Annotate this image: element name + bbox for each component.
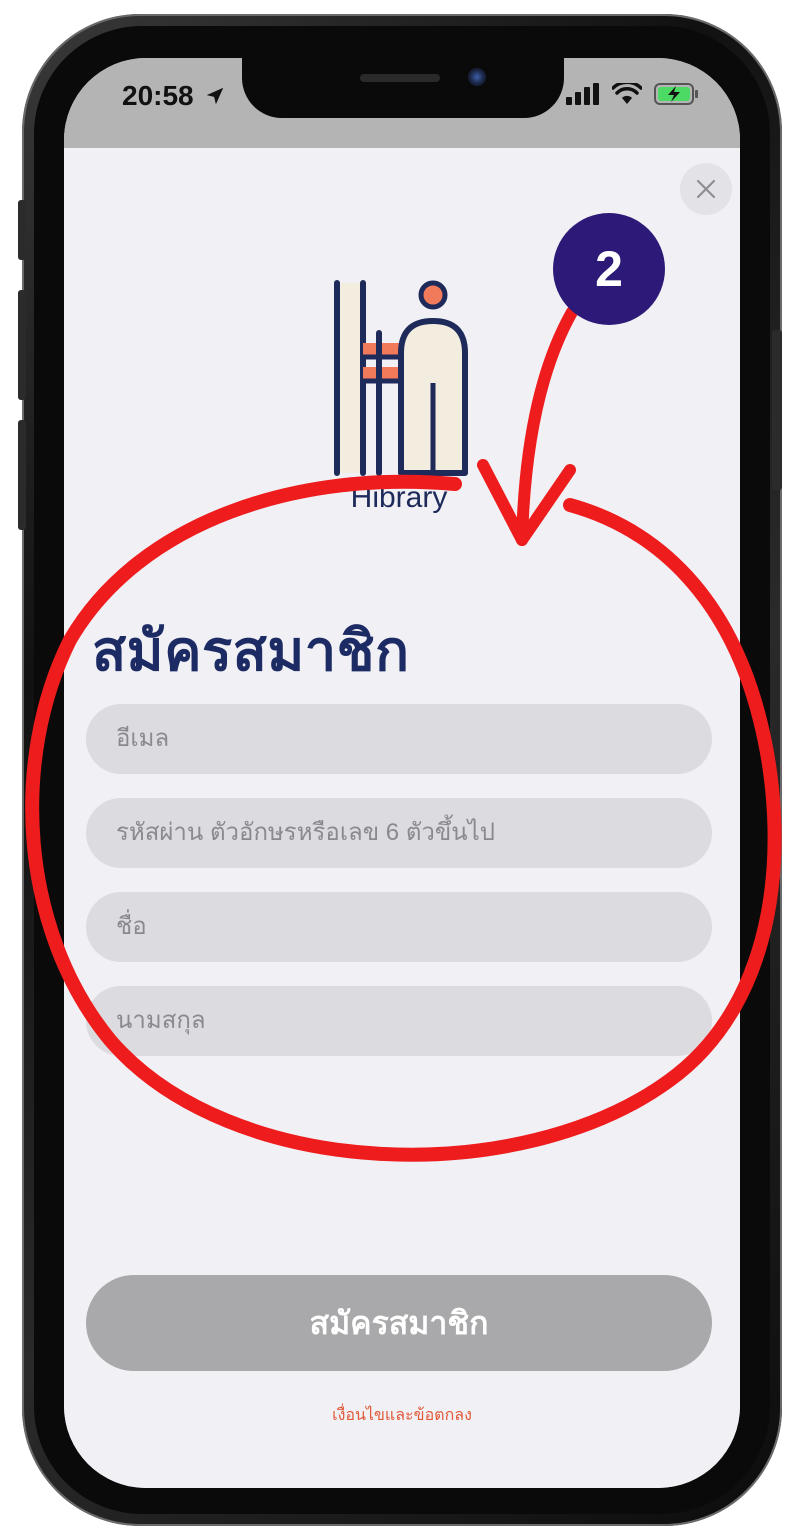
volume-up-button [18,290,26,400]
close-icon [696,179,716,199]
password-field[interactable] [86,798,712,868]
location-arrow-icon [206,87,224,105]
logo-wordmark: Hibrary [350,481,448,514]
status-time: 20:58 [122,80,194,111]
page-title: สมัครสมาชิก [92,619,410,682]
hibrary-logo-mark [334,280,468,476]
cellular-signal-icon [566,83,599,105]
close-button[interactable] [680,163,732,215]
phone-notch [242,58,564,118]
earpiece-speaker [360,74,440,82]
status-bar: 20:58 [64,58,740,148]
battery-charging-icon [654,83,698,105]
status-icons [566,82,700,106]
signup-button[interactable]: สมัครสมาชิก [86,1275,712,1371]
email-field[interactable] [86,704,712,774]
wifi-icon [612,83,642,104]
terms-link[interactable]: เงื่อนไขและข้อตกลง [64,1403,740,1428]
screenshot-stage: 20:58 Hibrary สมัครสมาชิก อีเมล ชื่อ นาม… [0,0,785,1532]
hibrary-logo: Hibrary [329,273,469,553]
first-name-field[interactable] [86,892,712,962]
step-number-badge: 2 [553,213,665,325]
mute-switch [18,200,26,260]
power-button [772,330,782,490]
front-camera [468,68,486,86]
last-name-field[interactable] [86,986,712,1056]
volume-down-button [18,420,26,530]
